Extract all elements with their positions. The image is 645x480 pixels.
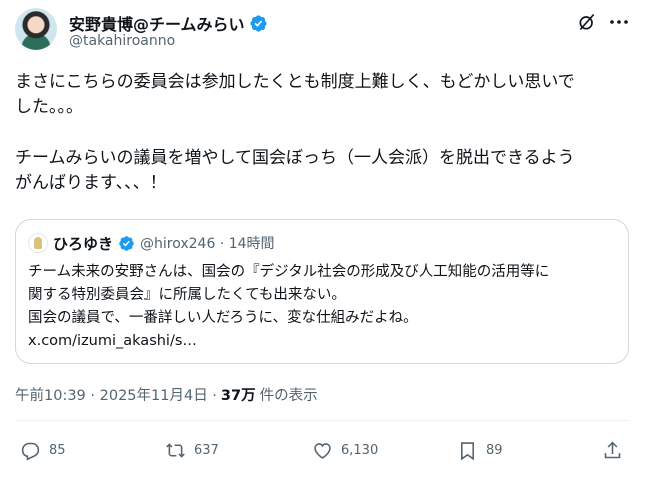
post-text-line: がんばります、、、！ bbox=[15, 173, 167, 193]
grok-icon[interactable] bbox=[577, 12, 597, 32]
quoted-post-header: ひろゆき @hirox246 · 14時間 bbox=[28, 232, 275, 254]
post-text-line: チームみらいの議員を増やして国会ぼっち（一人会派）を脱出できるよう bbox=[15, 148, 575, 168]
share-icon bbox=[604, 441, 621, 459]
verified-badge-icon[interactable] bbox=[249, 14, 268, 33]
quoted-text-line: 国会の議員で、一番詳しい人だろうに、変な仕組みだよね。 bbox=[28, 310, 418, 326]
post-header: 安野貴博@チームみらい @takahiroanno bbox=[15, 8, 635, 56]
quoted-link[interactable]: x.com/izumi_akashi/s… bbox=[28, 330, 618, 353]
post-timestamp[interactable]: 午前10:39 · 2025年11月4日 · bbox=[15, 384, 217, 405]
reply-button[interactable]: 85 bbox=[20, 440, 66, 461]
quoted-post[interactable]: ひろゆき @hirox246 · 14時間 チーム未来の安野さんは、国会の『デジ… bbox=[15, 219, 629, 364]
repost-button[interactable]: 637 bbox=[165, 440, 219, 461]
quoted-author-name: ひろゆき bbox=[53, 234, 114, 253]
author-avatar[interactable] bbox=[15, 8, 57, 50]
author-display-name[interactable]: 安野貴博@チームみらい bbox=[69, 11, 245, 35]
author-handle[interactable]: @takahiroanno bbox=[69, 33, 175, 49]
like-button[interactable]: 6,130 bbox=[312, 440, 378, 461]
like-count: 6,130 bbox=[341, 443, 379, 458]
divider bbox=[15, 420, 630, 421]
repost-icon bbox=[166, 443, 185, 458]
quoted-text-line: 関する特別委員会』に所属したくても出来ない。 bbox=[28, 287, 346, 303]
quoted-text-line: チーム未来の安野さんは、国会の『デジタル社会の形成及び人工知能の活用等に bbox=[28, 264, 550, 280]
view-count: 37万 bbox=[220, 388, 256, 404]
reply-count: 85 bbox=[49, 443, 66, 458]
share-button[interactable] bbox=[602, 440, 623, 461]
view-count-label: 件の表示 bbox=[259, 388, 318, 404]
author-name-row: 安野貴博@チームみらい bbox=[69, 11, 268, 35]
post-text-line: まさにこちらの委員会は参加したくとも制度上難しく、もどかしい思いで bbox=[15, 72, 575, 92]
post-timestamp-row: 午前10:39 · 2025年11月4日 · 37万 件の表示 bbox=[15, 384, 318, 405]
more-icon[interactable] bbox=[607, 10, 631, 34]
action-bar: 85 637 6,130 89 bbox=[20, 440, 630, 464]
quoted-post-meta: @hirox246 · 14時間 bbox=[140, 236, 275, 252]
quoted-post-text: チーム未来の安野さんは、国会の『デジタル社会の形成及び人工知能の活用等に 関する… bbox=[28, 261, 618, 353]
post-text: まさにこちらの委員会は参加したくとも制度上難しく、もどかしい思いで した。。。 … bbox=[15, 70, 630, 196]
bookmark-button[interactable]: 89 bbox=[457, 440, 503, 461]
post-text-line: した。。。 bbox=[15, 97, 83, 117]
bookmark-icon bbox=[461, 442, 474, 461]
verified-badge-icon bbox=[119, 235, 134, 251]
reply-icon bbox=[21, 442, 40, 461]
bookmark-count: 89 bbox=[486, 443, 503, 458]
heart-icon bbox=[314, 443, 331, 459]
quoted-author-avatar bbox=[28, 233, 48, 253]
repost-count: 637 bbox=[194, 443, 219, 458]
